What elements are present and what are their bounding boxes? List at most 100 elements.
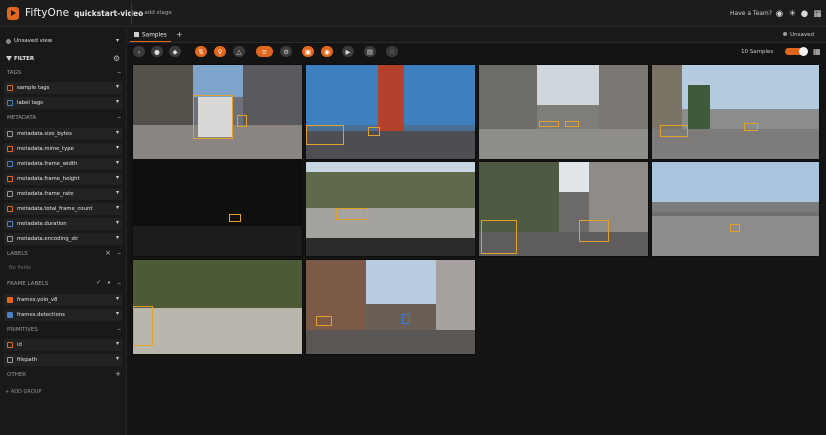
add-group-button[interactable]: + ADD GROUP <box>5 389 41 395</box>
checkbox-icon[interactable] <box>7 221 13 227</box>
add-panel-icon[interactable]: + <box>176 30 183 39</box>
checkbox-icon[interactable] <box>7 176 13 182</box>
sample-tile[interactable] <box>132 161 303 257</box>
fit-icon[interactable]: ▣ <box>302 46 314 57</box>
collapse-icon[interactable]: – <box>118 113 122 121</box>
chevron-down-icon[interactable]: ▾ <box>116 219 119 226</box>
checkbox-icon[interactable] <box>7 85 13 91</box>
collapse-icon[interactable]: – <box>118 249 122 257</box>
sample-tile[interactable] <box>651 64 820 160</box>
theme-icon[interactable]: ☀ <box>787 8 798 19</box>
sidebar-item-frames-detections[interactable]: frames.detections ▾ <box>4 309 122 321</box>
chevron-down-icon[interactable]: ▾ <box>116 129 119 136</box>
chevron-down-icon[interactable]: ▾ <box>116 159 119 166</box>
sidebar-item-label-tags[interactable]: label tags ▾ <box>4 97 122 109</box>
back-icon[interactable]: ‹ <box>133 46 145 57</box>
group-frame-labels[interactable]: FRAME LABELS ✓ • – <box>0 279 127 290</box>
sidebar-item-metadata-encoding-str[interactable]: metadata.encoding_str ▾ <box>4 233 122 245</box>
checkbox-icon[interactable] <box>7 100 13 106</box>
check-all-icon[interactable]: ✓ <box>96 279 101 286</box>
group-labels[interactable]: LABELS × – <box>0 249 127 260</box>
dataset-selector[interactable]: quickstart-video <box>74 9 143 18</box>
gear-icon[interactable]: ⚙ <box>113 54 120 63</box>
chevron-down-icon[interactable]: ▾ <box>116 310 119 317</box>
github-icon[interactable]: ● <box>799 8 810 19</box>
sidebar-item-metadata-frame-rate[interactable]: metadata.frame_rate ▾ <box>4 188 122 200</box>
chevron-down-icon[interactable]: ▾ <box>116 83 119 90</box>
checkbox-icon[interactable] <box>7 357 13 363</box>
checkbox-icon[interactable] <box>7 146 13 152</box>
search-icon[interactable]: ⚲ <box>214 46 226 57</box>
chevron-down-icon[interactable]: ▾ <box>116 340 119 347</box>
sidebar-item-metadata-frame-height[interactable]: metadata.frame_height ▾ <box>4 173 122 185</box>
collapse-icon[interactable]: – <box>118 279 122 287</box>
embeddings-icon[interactable]: ∴ <box>386 46 398 57</box>
sort-icon[interactable]: ⇅ <box>195 46 207 57</box>
visibility-icon[interactable]: • <box>107 279 111 287</box>
chevron-down-icon[interactable]: ▾ <box>116 98 119 105</box>
sidebar-item-metadata-size-bytes[interactable]: metadata.size_bytes ▾ <box>4 128 122 140</box>
chevron-down-icon[interactable]: ▾ <box>116 37 119 44</box>
similarity-icon[interactable]: △ <box>233 46 245 57</box>
sample-tile[interactable] <box>478 64 649 160</box>
team-icon[interactable]: ◉ <box>774 8 785 19</box>
grid-icon[interactable]: ▦ <box>813 47 821 56</box>
chevron-down-icon[interactable]: ▾ <box>116 144 119 151</box>
chevron-down-icon[interactable]: ▾ <box>116 234 119 241</box>
checkbox-icon[interactable] <box>7 236 13 242</box>
checkbox-icon[interactable] <box>7 161 13 167</box>
chevron-down-icon[interactable]: ▾ <box>116 355 119 362</box>
chevron-down-icon[interactable]: ▾ <box>116 204 119 211</box>
add-stage-placeholder[interactable]: + add stage <box>138 10 172 16</box>
sidebar-item-frames-yolo-v8[interactable]: frames.yolo_v8 ▾ <box>4 294 122 306</box>
team-link[interactable]: Have a Team? <box>730 10 772 17</box>
sidebar-item-id[interactable]: id ▾ <box>4 339 122 351</box>
help-icon[interactable]: ▦ <box>812 8 823 19</box>
sidebar-item-metadata-total-frame-count[interactable]: metadata.total_frame_count ▾ <box>4 203 122 215</box>
color-icon[interactable]: ● <box>151 46 163 57</box>
list-icon[interactable]: ≡ <box>256 46 273 57</box>
chevron-down-icon[interactable]: ▾ <box>116 189 119 196</box>
sample-tile[interactable] <box>305 259 476 355</box>
close-icon[interactable]: × <box>105 249 111 257</box>
group-primitives[interactable]: PRIMITIVES – <box>0 325 127 336</box>
saved-view-select[interactable]: Unsaved view ▾ <box>4 36 122 47</box>
view-bar[interactable]: + add stage <box>134 6 722 21</box>
checkbox-icon[interactable] <box>7 312 13 318</box>
collapse-icon[interactable]: – <box>118 68 122 76</box>
toggle-knob[interactable] <box>799 47 808 56</box>
sample-tile[interactable] <box>651 161 820 257</box>
video-icon[interactable]: ▶ <box>342 46 354 57</box>
color-by-icon[interactable]: ◉ <box>321 46 333 57</box>
sidebar-item-filepath[interactable]: filepath ▾ <box>4 354 122 366</box>
sample-tile[interactable] <box>132 64 303 160</box>
group-other[interactable]: OTHER + <box>0 370 127 381</box>
chevron-down-icon[interactable]: ▾ <box>116 295 119 302</box>
detection-box <box>193 95 233 139</box>
sample-tile[interactable] <box>305 161 476 257</box>
histogram-icon[interactable]: ▤ <box>364 46 376 57</box>
sidebar-item-sample-tags[interactable]: sample tags ▾ <box>4 82 122 94</box>
chevron-down-icon[interactable]: ▾ <box>116 174 119 181</box>
group-tags[interactable]: TAGS – <box>0 68 127 79</box>
expand-icon[interactable]: + <box>115 370 121 378</box>
collapse-icon[interactable]: – <box>118 325 122 333</box>
sample-tile[interactable] <box>132 259 303 355</box>
checkbox-icon[interactable] <box>7 191 13 197</box>
sample-tile[interactable] <box>305 64 476 160</box>
settings-icon[interactable]: ⚙ <box>280 46 292 57</box>
sidebar-item-metadata-mime-type[interactable]: metadata.mime_type ▾ <box>4 143 122 155</box>
tag-icon[interactable]: ◆ <box>169 46 181 57</box>
checkbox-icon[interactable] <box>7 206 13 212</box>
sidebar-item-metadata-duration[interactable]: metadata.duration ▾ <box>4 218 122 230</box>
checkbox-icon[interactable] <box>7 342 13 348</box>
sample-tile[interactable] <box>478 161 649 257</box>
sidebar-item-metadata-frame-width[interactable]: metadata.frame_width ▾ <box>4 158 122 170</box>
tab-samples[interactable]: Samples <box>130 30 171 42</box>
checkbox-icon[interactable] <box>7 131 13 137</box>
group-metadata[interactable]: METADATA – <box>0 113 127 124</box>
grid-size-toggle[interactable] <box>785 47 808 56</box>
checkbox-icon[interactable] <box>7 297 13 303</box>
group-labels-label: LABELS <box>7 251 28 257</box>
fiftyone-logo-icon[interactable] <box>7 7 19 20</box>
